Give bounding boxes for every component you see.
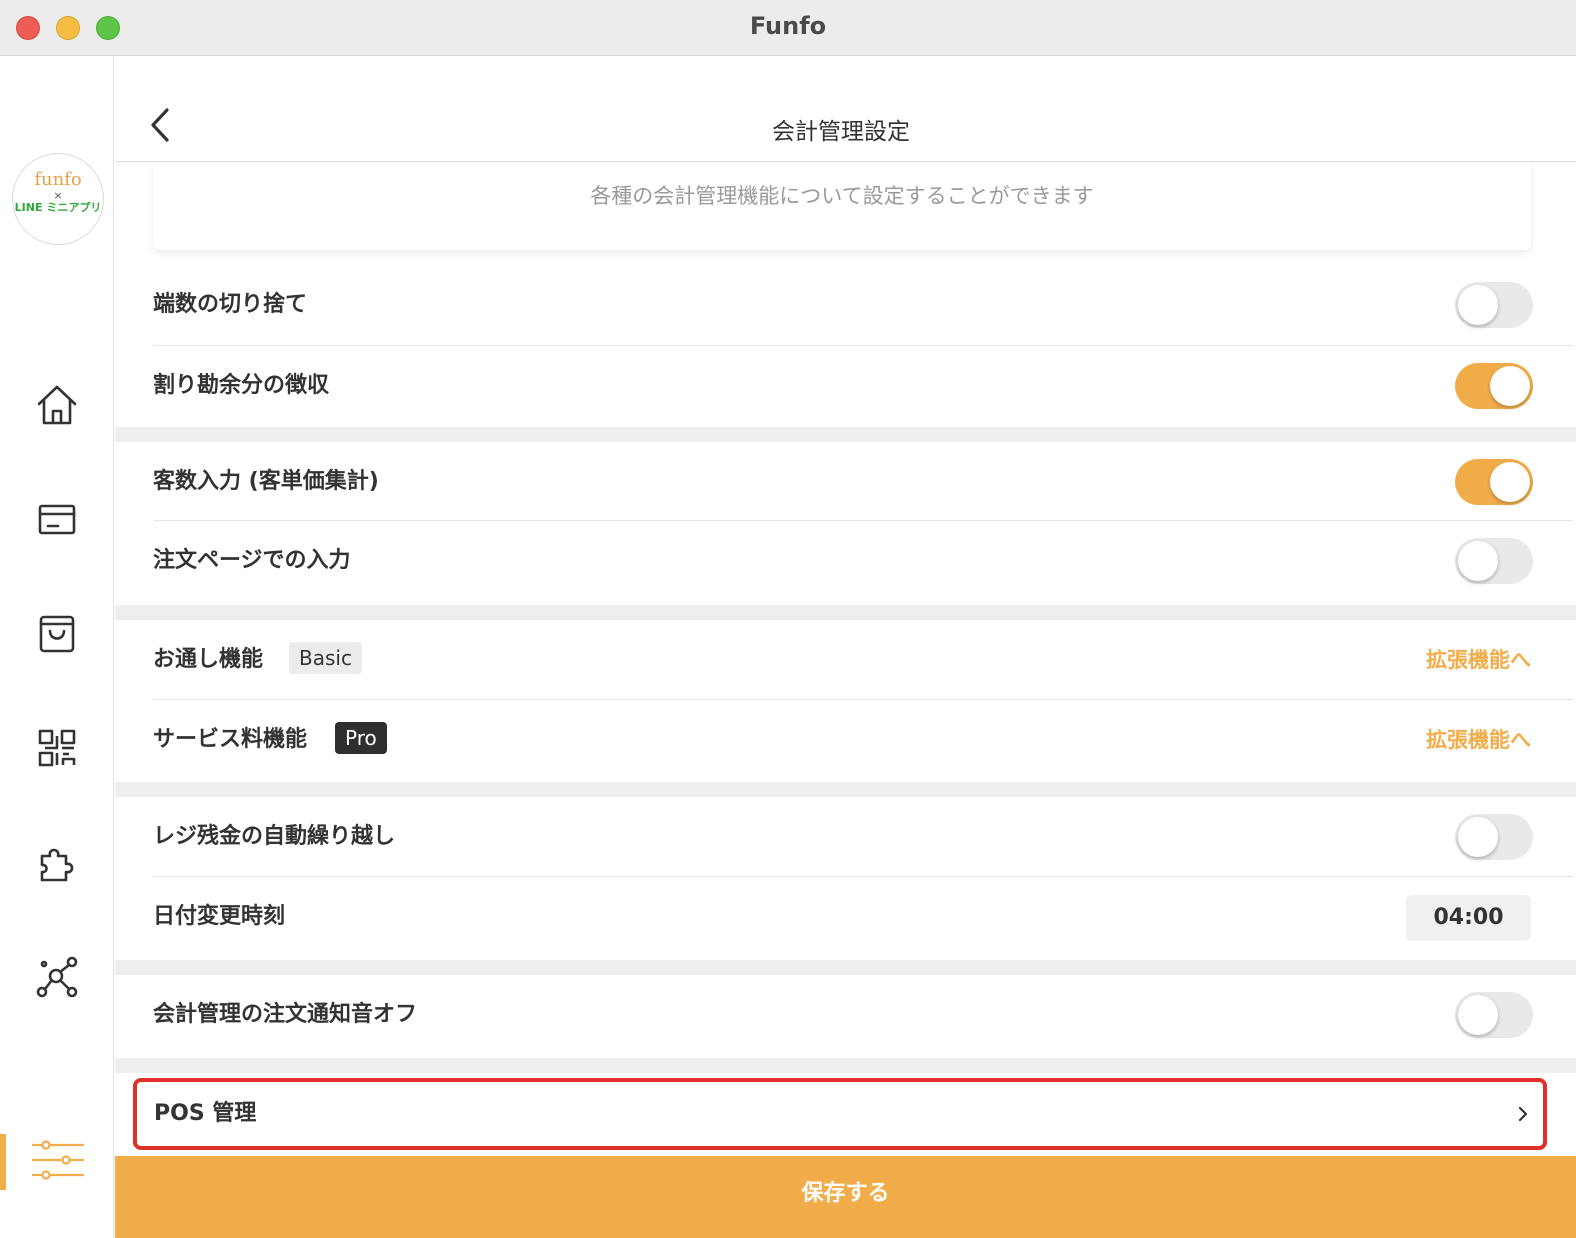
plan-badge-pro: Pro: [335, 722, 387, 754]
network-icon: [36, 956, 78, 998]
order-page-input-toggle[interactable]: [1455, 538, 1533, 584]
sidebar-item-extensions[interactable]: [34, 840, 80, 886]
date-change-time-picker[interactable]: 04:00: [1406, 895, 1531, 941]
setting-row-rounding: 端数の切り捨て: [153, 265, 1533, 345]
setting-row-split-remainder: 割り勘余分の徴収: [153, 346, 1533, 426]
window-titlebar: Funfo: [0, 0, 1576, 56]
window-title: Funfo: [749, 12, 827, 40]
split-remainder-toggle[interactable]: [1455, 363, 1533, 409]
guest-count-toggle[interactable]: [1455, 459, 1533, 505]
section-gap: [115, 427, 1576, 442]
carry-over-toggle[interactable]: [1455, 814, 1533, 860]
sidebar-item-shop[interactable]: [34, 611, 80, 657]
chevron-right-icon: [1518, 1106, 1528, 1122]
section-gap: [115, 1058, 1576, 1073]
setting-row-notification-off: 会計管理の注文通知音オフ: [153, 975, 1533, 1055]
card-icon: [38, 504, 76, 535]
rounding-toggle[interactable]: [1455, 282, 1533, 328]
sidebar-item-qr[interactable]: [34, 725, 80, 771]
logo-brand: funfo: [34, 169, 82, 190]
setting-label: 日付変更時刻: [153, 904, 286, 929]
settings-content: 各種の会計管理機能について設定することができます 端数の切り捨て 割り勘余分の徴…: [115, 162, 1576, 1156]
description-card: 各種の会計管理機能について設定することができます: [153, 162, 1531, 250]
setting-row-guest-count: 客数入力 (客単価集計): [153, 442, 1533, 522]
sidebar: funfo × LINE ミニアプリ: [0, 57, 114, 1238]
setting-row-carry-over: レジ残金の自動繰り越し: [153, 797, 1533, 877]
setting-label: 端数の切り捨て: [153, 292, 308, 317]
pos-management-row[interactable]: POS 管理: [133, 1078, 1547, 1150]
notification-off-toggle[interactable]: [1455, 992, 1533, 1038]
setting-row-date-change: 日付変更時刻 04:00: [153, 877, 1531, 957]
page-title: 会計管理設定: [772, 119, 910, 145]
logo-cross: ×: [53, 189, 63, 202]
setting-label: 客数入力 (客単価集計): [153, 469, 379, 494]
sidebar-item-network[interactable]: [34, 954, 80, 1000]
settings-sliders-icon: [32, 1140, 84, 1180]
setting-label: 割り勘余分の徴収: [153, 373, 330, 398]
sidebar-item-home[interactable]: [34, 382, 80, 428]
shopping-bag-icon: [39, 615, 75, 653]
app-logo[interactable]: funfo × LINE ミニアプリ: [12, 153, 104, 245]
pos-management-label: POS 管理: [154, 1101, 257, 1126]
otoshi-extension-link[interactable]: 拡張機能へ: [1426, 620, 1531, 700]
setting-label: 会計管理の注文通知音オフ: [153, 1002, 418, 1027]
service-charge-extension-link[interactable]: 拡張機能へ: [1426, 700, 1531, 780]
section-gap: [115, 605, 1576, 620]
puzzle-icon: [40, 848, 74, 882]
setting-label: お通し機能: [153, 647, 264, 672]
section-gap: [115, 782, 1576, 797]
section-gap: [115, 960, 1576, 975]
plan-badge-basic: Basic: [289, 642, 362, 674]
setting-row-otoshi: お通し機能 Basic 拡張機能へ: [153, 620, 1531, 700]
setting-label: レジ残金の自動繰り越し: [153, 824, 396, 849]
qr-code-icon: [38, 729, 76, 767]
home-icon: [37, 385, 77, 425]
save-button-label: 保存する: [801, 1181, 890, 1206]
setting-row-service-charge: サービス料機能 Pro 拡張機能へ: [153, 700, 1531, 780]
setting-row-order-page-input: 注文ページでの入力: [153, 521, 1533, 601]
sidebar-item-card[interactable]: [34, 497, 80, 543]
page-header: 会計管理設定: [115, 57, 1576, 162]
sidebar-active-indicator: [0, 1134, 6, 1190]
save-button[interactable]: 保存する: [115, 1156, 1576, 1238]
sidebar-item-settings[interactable]: [32, 1137, 84, 1183]
description-text: 各種の会計管理機能について設定することができます: [590, 184, 1094, 208]
logo-partner: LINE ミニアプリ: [14, 201, 102, 214]
setting-label: 注文ページでの入力: [153, 548, 351, 573]
setting-label: サービス料機能: [153, 727, 308, 752]
